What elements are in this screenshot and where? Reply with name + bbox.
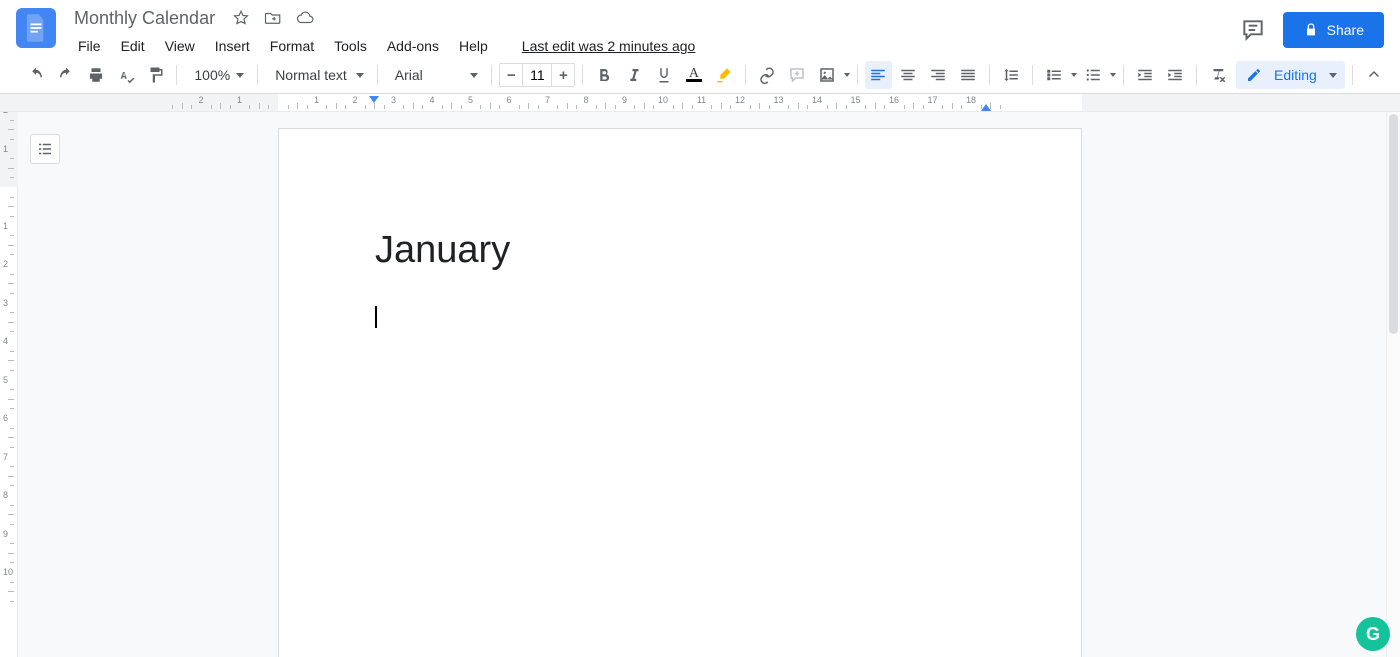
comment-history-icon[interactable]: [1239, 16, 1267, 44]
docs-logo-icon[interactable]: [16, 8, 56, 48]
paint-format-button[interactable]: [142, 61, 170, 89]
highlight-color-button[interactable]: [710, 61, 738, 89]
bulleted-list-icon: [1079, 61, 1107, 89]
zoom-dropdown[interactable]: 100%: [184, 61, 250, 89]
share-button[interactable]: Share: [1283, 12, 1384, 48]
line-spacing-dropdown[interactable]: [997, 61, 1025, 89]
add-comment-button[interactable]: [783, 61, 811, 89]
separator: [1196, 65, 1197, 85]
grammarly-fab[interactable]: G: [1356, 617, 1390, 651]
paragraph-style-dropdown[interactable]: Normal text: [265, 61, 370, 89]
share-button-label: Share: [1327, 22, 1364, 38]
font-family-value: Arial: [395, 67, 423, 83]
align-left-button[interactable]: [865, 61, 893, 89]
separator: [857, 65, 858, 85]
image-icon: [813, 61, 841, 89]
show-outline-button[interactable]: [30, 134, 60, 164]
chevron-down-icon: [356, 73, 364, 78]
menu-tools[interactable]: Tools: [326, 34, 375, 58]
workspace: 2112345678910 January G: [0, 112, 1400, 657]
text-cursor: [375, 306, 377, 328]
menu-addons[interactable]: Add-ons: [379, 34, 447, 58]
scrollbar-thumb[interactable]: [1389, 114, 1398, 334]
text-color-button[interactable]: A: [680, 61, 708, 89]
lock-icon: [1303, 22, 1319, 38]
horizontal-ruler[interactable]: 21123456789101112131415161718: [0, 94, 1400, 112]
separator: [377, 65, 378, 85]
chevron-down-icon: [844, 73, 850, 77]
line-spacing-icon: [997, 61, 1025, 89]
toolbar: 100% Normal text Arial − + A: [0, 56, 1400, 94]
chevron-down-icon: [1110, 73, 1116, 77]
font-size-increase-button[interactable]: +: [552, 64, 574, 86]
menu-format[interactable]: Format: [262, 34, 322, 58]
separator: [745, 65, 746, 85]
hide-menus-button[interactable]: [1360, 61, 1388, 89]
insert-link-button[interactable]: [753, 61, 781, 89]
editing-mode-label: Editing: [1274, 67, 1317, 83]
font-size-control: − +: [499, 63, 575, 87]
clear-formatting-button[interactable]: [1204, 61, 1232, 89]
cloud-saved-icon[interactable]: [295, 8, 315, 28]
document-title[interactable]: Monthly Calendar: [70, 6, 219, 31]
undo-button[interactable]: [22, 61, 50, 89]
page[interactable]: January: [278, 128, 1082, 657]
chevron-down-icon: [470, 73, 478, 78]
align-right-button[interactable]: [924, 61, 952, 89]
checklist-icon: [1040, 61, 1068, 89]
checklist-dropdown[interactable]: [1040, 61, 1077, 89]
menu-view[interactable]: View: [157, 34, 203, 58]
align-center-button[interactable]: [894, 61, 922, 89]
menu-edit[interactable]: Edit: [113, 34, 153, 58]
separator: [989, 65, 990, 85]
document-heading[interactable]: January: [375, 229, 985, 272]
menu-file[interactable]: File: [70, 34, 109, 58]
separator: [491, 65, 492, 85]
document-canvas[interactable]: January: [18, 112, 1400, 657]
menu-insert[interactable]: Insert: [207, 34, 258, 58]
separator: [1352, 65, 1353, 85]
bulleted-list-dropdown[interactable]: [1079, 61, 1116, 89]
last-edit-link[interactable]: Last edit was 2 minutes ago: [514, 34, 704, 58]
zoom-value: 100%: [194, 67, 230, 83]
text-color-swatch: [686, 79, 702, 82]
separator: [582, 65, 583, 85]
increase-indent-button[interactable]: [1161, 61, 1189, 89]
document-body[interactable]: [375, 306, 985, 332]
separator: [176, 65, 177, 85]
chevron-down-icon: [1071, 73, 1077, 77]
font-family-dropdown[interactable]: Arial: [385, 61, 485, 89]
spellcheck-button[interactable]: [112, 61, 140, 89]
font-size-input[interactable]: [522, 64, 552, 86]
menu-help[interactable]: Help: [451, 34, 496, 58]
folder-move-icon[interactable]: [263, 8, 283, 28]
font-size-decrease-button[interactable]: −: [500, 64, 522, 86]
print-button[interactable]: [82, 61, 110, 89]
redo-button[interactable]: [52, 61, 80, 89]
underline-button[interactable]: [650, 61, 678, 89]
insert-image-dropdown[interactable]: [813, 61, 850, 89]
chevron-down-icon: [236, 73, 244, 78]
pencil-icon: [1246, 67, 1262, 83]
titlebar: Monthly Calendar File Edit View Insert F…: [0, 0, 1400, 56]
chevron-down-icon: [1329, 73, 1337, 78]
vertical-scrollbar[interactable]: [1386, 112, 1400, 657]
italic-button[interactable]: [620, 61, 648, 89]
vertical-ruler[interactable]: 2112345678910: [0, 112, 18, 657]
separator: [1032, 65, 1033, 85]
star-icon[interactable]: [231, 8, 251, 28]
editing-mode-dropdown[interactable]: Editing: [1236, 61, 1346, 89]
separator: [257, 65, 258, 85]
paragraph-style-value: Normal text: [275, 67, 347, 83]
bold-button[interactable]: [590, 61, 618, 89]
separator: [1123, 65, 1124, 85]
decrease-indent-button[interactable]: [1131, 61, 1159, 89]
align-justify-button[interactable]: [954, 61, 982, 89]
